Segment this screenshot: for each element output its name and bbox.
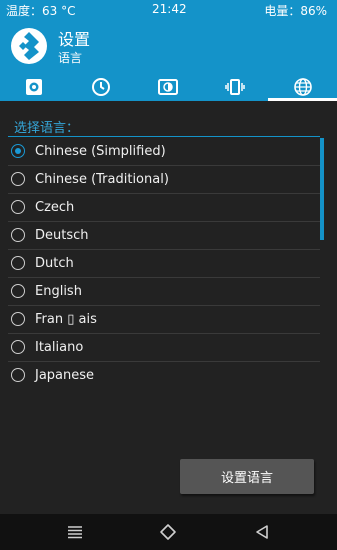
tab-vibration[interactable] xyxy=(201,72,268,101)
system-navbar xyxy=(0,514,337,550)
language-list[interactable]: Chinese (Simplified) Chinese (Traditiona… xyxy=(8,138,320,386)
home-icon[interactable] xyxy=(158,522,178,542)
page-title: 设置 xyxy=(58,30,91,49)
language-option[interactable]: Dutch xyxy=(8,250,320,278)
tab-language[interactable] xyxy=(268,72,337,101)
language-option[interactable]: Deutsch xyxy=(8,222,320,250)
battery-readout: 电量：86% xyxy=(264,4,327,18)
language-option-label: Deutsch xyxy=(35,228,89,243)
back-icon[interactable] xyxy=(252,522,272,542)
page-subtitle: 语言 xyxy=(58,51,83,65)
language-option-label: Italiano xyxy=(35,340,84,355)
list-scrollbar[interactable] xyxy=(320,138,324,386)
radio-button[interactable] xyxy=(11,200,25,214)
app-header: 设置 语言 xyxy=(0,20,337,72)
clock-icon xyxy=(91,77,110,96)
radio-button[interactable] xyxy=(11,340,25,354)
twrp-logo-icon xyxy=(10,27,48,65)
scrollbar-thumb[interactable] xyxy=(320,138,324,240)
clock-readout: 21:42 xyxy=(152,2,187,16)
settings-tabbar xyxy=(0,72,337,101)
language-option-label: Czech xyxy=(35,200,75,215)
language-option-label: English xyxy=(35,284,82,299)
status-bar: 温度：63 °C 21:42 电量：86% xyxy=(0,0,337,20)
language-option-label: Chinese (Simplified) xyxy=(35,144,166,159)
tab-brightness[interactable] xyxy=(134,72,201,101)
brightness-icon xyxy=(157,78,178,95)
language-option[interactable]: Chinese (Traditional) xyxy=(8,166,320,194)
radio-button[interactable] xyxy=(11,312,25,326)
radio-button[interactable] xyxy=(11,228,25,242)
set-language-button[interactable]: 设置语言 xyxy=(180,459,314,494)
section-label-language: 选择语言： xyxy=(14,121,80,136)
language-option[interactable]: Italiano xyxy=(8,334,320,362)
tab-time[interactable] xyxy=(67,72,134,101)
radio-button[interactable] xyxy=(11,368,25,382)
language-option[interactable]: Czech xyxy=(8,194,320,222)
menu-icon[interactable] xyxy=(65,522,85,542)
radio-button[interactable] xyxy=(11,256,25,270)
radio-button[interactable] xyxy=(11,144,25,158)
language-option-label: Fran ▯ ais xyxy=(35,312,97,327)
language-option-label: Japanese xyxy=(35,368,95,383)
language-option[interactable]: English xyxy=(8,278,320,306)
list-top-divider xyxy=(8,136,320,137)
globe-icon xyxy=(293,77,312,96)
language-option-label: Dutch xyxy=(35,256,74,271)
gear-icon xyxy=(25,78,42,95)
language-option[interactable]: Japanese xyxy=(8,362,320,386)
vibrate-icon xyxy=(224,78,245,95)
language-option-label: Chinese (Traditional) xyxy=(35,172,169,187)
radio-button[interactable] xyxy=(11,172,25,186)
tab-general[interactable] xyxy=(0,72,67,101)
temperature-readout: 温度：63 °C xyxy=(6,4,76,18)
radio-button[interactable] xyxy=(11,284,25,298)
language-option[interactable]: Fran ▯ ais xyxy=(8,306,320,334)
language-option[interactable]: Chinese (Simplified) xyxy=(8,138,320,166)
